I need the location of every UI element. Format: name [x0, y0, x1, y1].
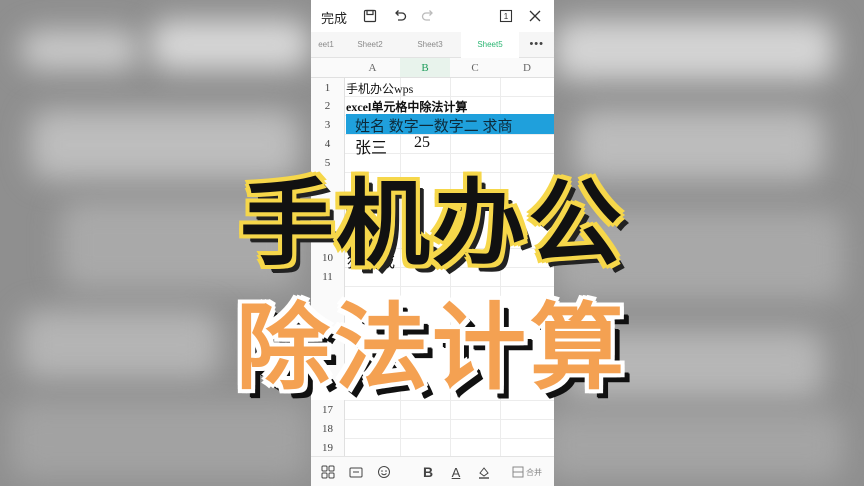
tab-sheet3[interactable]: Sheet3 — [401, 32, 459, 58]
save-icon[interactable] — [361, 7, 379, 25]
row-header[interactable]: 18 — [311, 419, 345, 439]
column-header-b[interactable]: B — [400, 58, 450, 78]
done-button[interactable]: 完成 — [321, 8, 347, 27]
tab-sheet1[interactable]: eet1 — [311, 32, 341, 58]
tab-sheet2[interactable]: Sheet2 — [341, 32, 399, 58]
row-header[interactable]: 3 — [311, 115, 345, 135]
overlay-title-line1: 手机办公 — [239, 170, 624, 279]
overlay-title-line2: 除法计算 — [235, 294, 628, 403]
cell-a2[interactable]: excel单元格中除法计算 — [346, 98, 467, 115]
grid-icon[interactable] — [319, 463, 337, 481]
fill-color-icon[interactable] — [475, 463, 493, 481]
bottom-toolbar: B A 合并 — [311, 456, 554, 486]
font-color-button[interactable]: A — [447, 463, 465, 481]
bold-button[interactable]: B — [419, 463, 437, 481]
more-sheets-button[interactable]: ••• — [529, 32, 544, 56]
page-count-label: 1 — [503, 11, 509, 21]
row-header[interactable]: 19 — [311, 438, 345, 458]
merge-icon — [512, 466, 524, 478]
tab-sheet5[interactable]: Sheet5 — [461, 32, 519, 58]
merge-button[interactable]: 合并 — [507, 463, 547, 481]
grid-line — [345, 419, 554, 420]
column-header-a[interactable]: A — [345, 58, 400, 78]
undo-icon[interactable] — [391, 7, 409, 25]
redo-icon[interactable] — [419, 7, 437, 25]
merge-label: 合并 — [526, 467, 542, 477]
row-header[interactable]: 1 — [311, 78, 345, 98]
cell-a3-headers[interactable]: 姓名 数字一数字二 求商 — [355, 115, 513, 136]
emoji-icon[interactable] — [375, 463, 393, 481]
cell-a1[interactable]: 手机办公wps — [346, 80, 413, 97]
column-header-c[interactable]: C — [450, 58, 500, 78]
row-header[interactable]: 2 — [311, 96, 345, 116]
sheet-tab-bar: eet1 Sheet2 Sheet3 Sheet5 ••• — [311, 32, 554, 58]
corner-cell[interactable] — [311, 58, 345, 78]
grid-line — [345, 438, 554, 439]
cell-format-icon[interactable] — [347, 463, 365, 481]
close-icon[interactable] — [526, 7, 544, 25]
top-toolbar: 完成 1 — [311, 0, 554, 32]
page-count-icon[interactable]: 1 — [497, 7, 515, 25]
column-header-d[interactable]: D — [500, 58, 554, 78]
